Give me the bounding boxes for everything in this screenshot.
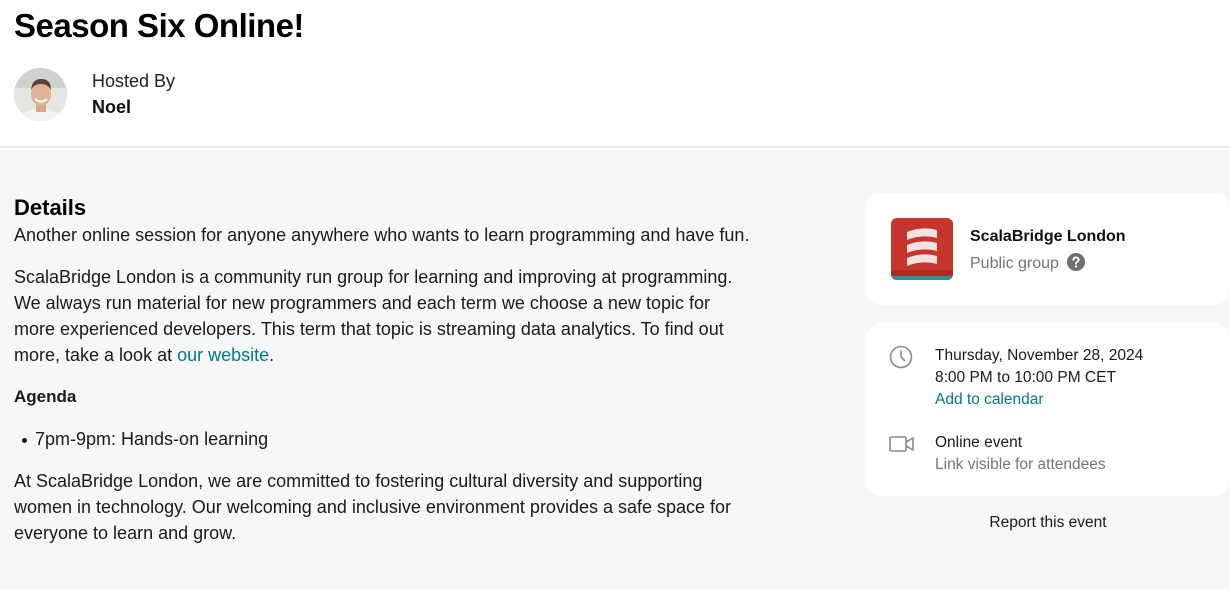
details-paragraph-2: ScalaBridge London is a community run gr…: [14, 264, 754, 368]
event-title: Season Six Online!: [14, 7, 304, 44]
host-avatar[interactable]: [14, 68, 67, 121]
details-section: Details Another online session for anyon…: [14, 194, 754, 546]
details-heading: Details: [14, 195, 87, 220]
hosted-by-label: Hosted By: [92, 71, 176, 91]
group-type-label: Public group: [970, 255, 1059, 272]
host-photo: [14, 68, 67, 121]
event-date: Thursday, November 28, 2024: [935, 347, 1144, 364]
event-time: 8:00 PM to 10:00 PM CET: [935, 369, 1116, 386]
our-website-link[interactable]: our website: [177, 345, 269, 365]
add-to-calendar-link[interactable]: Add to calendar: [935, 389, 1044, 411]
group-type: Public group: [970, 253, 1086, 274]
group-name[interactable]: ScalaBridge London: [970, 227, 1126, 247]
event-body: Details Another online session for anyon…: [0, 150, 1230, 589]
question-circle-icon[interactable]: [1067, 253, 1086, 271]
agenda-list: 7pm-9pm: Hands-on learning: [14, 426, 754, 452]
event-header: Season Six Online! Hosted By Noel: [0, 0, 1230, 148]
report-event-link[interactable]: Report this event: [866, 512, 1230, 534]
details-paragraph-2-text: ScalaBridge London is a community run gr…: [14, 267, 733, 365]
agenda-heading: Agenda: [14, 387, 77, 406]
details-paragraph-2-end: .: [269, 345, 275, 365]
details-paragraph-3: At ScalaBridge London, we are committed …: [14, 471, 732, 543]
event-location-type: Online event: [935, 434, 1023, 451]
event-info-card: Thursday, November 28, 2024 8:00 PM to 1…: [866, 323, 1230, 496]
scala-logo-icon[interactable]: [891, 218, 953, 280]
group-card[interactable]: ScalaBridge London Public group: [866, 193, 1230, 305]
event-location-note: Link visible for attendees: [935, 456, 1106, 473]
clock-icon: [889, 345, 913, 369]
host-name[interactable]: Noel: [92, 96, 131, 118]
details-paragraph-1: Another online session for anyone anywhe…: [14, 225, 750, 245]
agenda-item: 7pm-9pm: Hands-on learning: [14, 426, 754, 452]
video-camera-icon: [889, 436, 914, 452]
